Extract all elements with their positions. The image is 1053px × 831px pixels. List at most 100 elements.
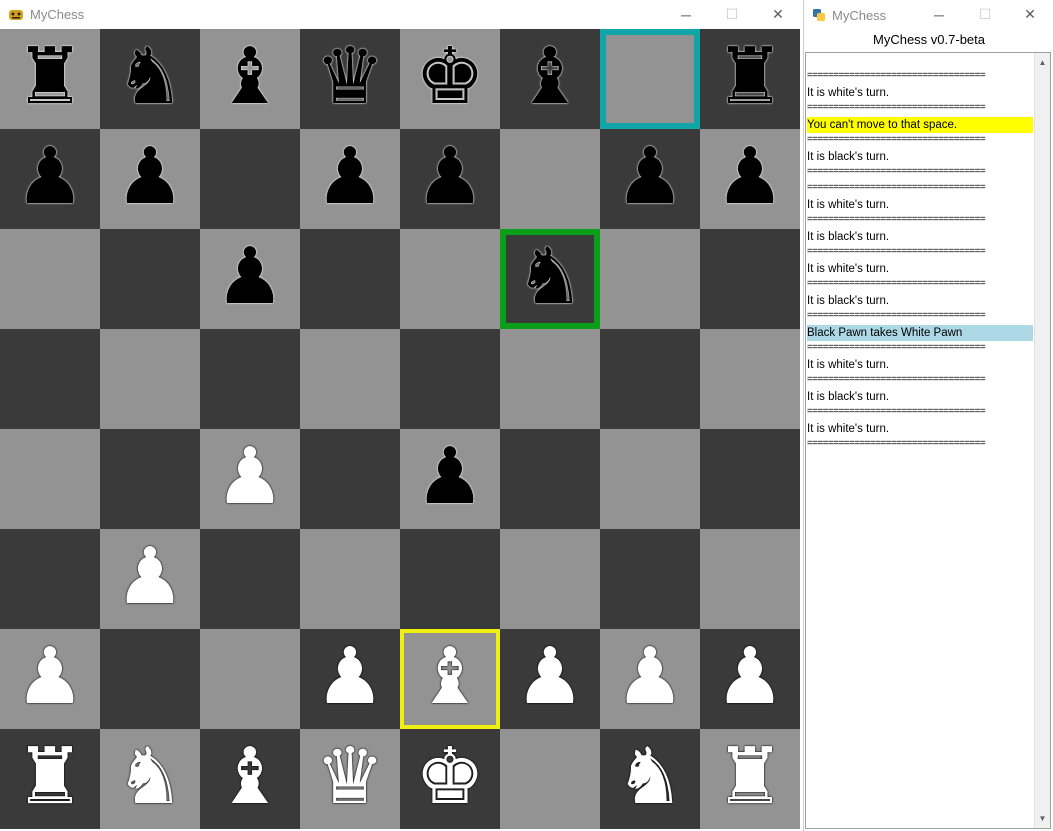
square-h6[interactable] [700,229,800,329]
square-f8[interactable]: ♝ [500,29,600,129]
game-log[interactable]: ================================== It is … [805,52,1051,829]
square-e8[interactable]: ♚ [400,29,500,129]
square-a5[interactable] [0,329,100,429]
square-b6[interactable] [100,229,200,329]
square-c4[interactable]: ♟ [200,429,300,529]
square-h4[interactable] [700,429,800,529]
square-b4[interactable] [100,429,200,529]
black-pawn-icon[interactable]: ♟ [415,138,485,216]
white-pawn-icon[interactable]: ♟ [215,438,285,516]
square-f7[interactable] [500,129,600,229]
white-rook-icon[interactable]: ♜ [15,738,85,816]
square-g8[interactable] [600,29,700,129]
white-queen-icon[interactable]: ♛ [315,738,385,816]
square-e4[interactable]: ♟ [400,429,500,529]
white-pawn-icon[interactable]: ♟ [115,538,185,616]
chess-board[interactable]: ♜ ♞ ♝ ♛ ♚ ♝ ♜ ♟ ♟ ♟ ♟ ♟ ♟ ♟ ♞ ♟ ♟ ♟ ♟ ♟ ♝ ♟ ♟ ♟ ♜ ♞ ♝ ♛ ♚ ♞ ♜ [0,29,800,829]
square-b7[interactable]: ♟ [100,129,200,229]
square-e5[interactable] [400,329,500,429]
square-b1[interactable]: ♞ [100,729,200,829]
square-e2[interactable]: ♝ [400,629,500,729]
square-g4[interactable] [600,429,700,529]
white-pawn-icon[interactable]: ♟ [715,638,785,716]
square-f3[interactable] [500,529,600,629]
square-c6[interactable]: ♟ [200,229,300,329]
square-a6[interactable] [0,229,100,329]
log-scrollbar[interactable]: ▲ ▼ [1034,53,1050,828]
square-f2[interactable]: ♟ [500,629,600,729]
minimize-button[interactable]: ─ [916,0,962,29]
square-e7[interactable]: ♟ [400,129,500,229]
square-h8[interactable]: ♜ [700,29,800,129]
black-pawn-icon[interactable]: ♟ [615,138,685,216]
white-rook-icon[interactable]: ♜ [715,738,785,816]
board-window-titlebar[interactable]: MyChess ─ ☐ ✕ [0,0,801,29]
white-bishop-icon[interactable]: ♝ [215,738,285,816]
square-a4[interactable] [0,429,100,529]
log-window-titlebar[interactable]: MyChess ─ ☐ ✕ [804,0,1053,29]
black-bishop-icon[interactable]: ♝ [515,38,585,116]
square-g6[interactable] [600,229,700,329]
square-d2[interactable]: ♟ [300,629,400,729]
white-pawn-icon[interactable]: ♟ [615,638,685,716]
square-b3[interactable]: ♟ [100,529,200,629]
square-a1[interactable]: ♜ [0,729,100,829]
square-c5[interactable] [200,329,300,429]
black-queen-icon[interactable]: ♛ [315,38,385,116]
scroll-down-icon[interactable]: ▼ [1035,811,1050,826]
close-button[interactable]: ✕ [755,0,801,29]
black-knight-icon[interactable]: ♞ [515,238,585,316]
square-g7[interactable]: ♟ [600,129,700,229]
square-f5[interactable] [500,329,600,429]
square-d4[interactable] [300,429,400,529]
square-c1[interactable]: ♝ [200,729,300,829]
black-pawn-icon[interactable]: ♟ [415,438,485,516]
scroll-up-icon[interactable]: ▲ [1035,55,1050,70]
black-king-icon[interactable]: ♚ [415,38,485,116]
white-knight-icon[interactable]: ♞ [615,738,685,816]
black-pawn-icon[interactable]: ♟ [15,138,85,216]
maximize-button[interactable]: ☐ [962,0,1008,29]
square-c2[interactable] [200,629,300,729]
square-g1[interactable]: ♞ [600,729,700,829]
square-e6[interactable] [400,229,500,329]
square-h5[interactable] [700,329,800,429]
maximize-button[interactable]: ☐ [709,0,755,29]
black-pawn-icon[interactable]: ♟ [315,138,385,216]
black-rook-icon[interactable]: ♜ [715,38,785,116]
black-pawn-icon[interactable]: ♟ [215,238,285,316]
black-knight-icon[interactable]: ♞ [115,38,185,116]
square-f1[interactable] [500,729,600,829]
square-f4[interactable] [500,429,600,529]
white-bishop-icon[interactable]: ♝ [415,638,485,716]
square-d7[interactable]: ♟ [300,129,400,229]
close-button[interactable]: ✕ [1007,0,1053,29]
square-e1[interactable]: ♚ [400,729,500,829]
white-pawn-icon[interactable]: ♟ [315,638,385,716]
white-pawn-icon[interactable]: ♟ [515,638,585,716]
white-king-icon[interactable]: ♚ [415,738,485,816]
square-c8[interactable]: ♝ [200,29,300,129]
square-b5[interactable] [100,329,200,429]
minimize-button[interactable]: ─ [663,0,709,29]
square-c3[interactable] [200,529,300,629]
square-h1[interactable]: ♜ [700,729,800,829]
square-f6[interactable]: ♞ [500,229,600,329]
square-e3[interactable] [400,529,500,629]
square-d8[interactable]: ♛ [300,29,400,129]
square-a7[interactable]: ♟ [0,129,100,229]
black-pawn-icon[interactable]: ♟ [715,138,785,216]
square-h7[interactable]: ♟ [700,129,800,229]
square-h2[interactable]: ♟ [700,629,800,729]
square-a8[interactable]: ♜ [0,29,100,129]
square-g5[interactable] [600,329,700,429]
black-rook-icon[interactable]: ♜ [15,38,85,116]
square-d5[interactable] [300,329,400,429]
square-b2[interactable] [100,629,200,729]
square-g3[interactable] [600,529,700,629]
square-g2[interactable]: ♟ [600,629,700,729]
square-c7[interactable] [200,129,300,229]
square-h3[interactable] [700,529,800,629]
square-d1[interactable]: ♛ [300,729,400,829]
square-d6[interactable] [300,229,400,329]
